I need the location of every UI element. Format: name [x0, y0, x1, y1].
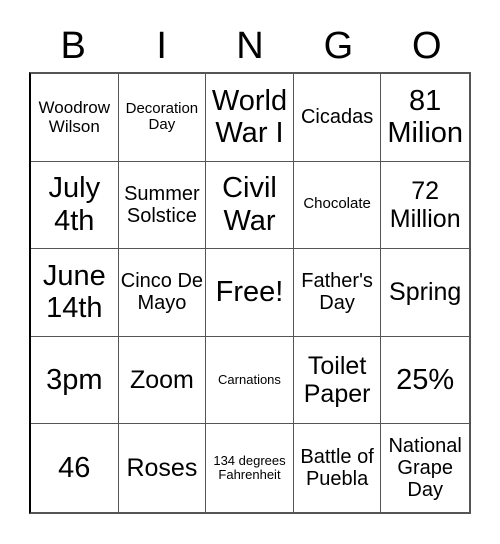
bingo-cell[interactable]: 81 Milion [381, 74, 469, 162]
bingo-cell[interactable]: Zoom [118, 336, 207, 425]
bingo-cell[interactable]: 134 degrees Fahrenheit [206, 424, 294, 512]
bingo-header: B I N G O [29, 20, 471, 72]
free-space-cell[interactable]: Free! [206, 249, 294, 337]
bingo-cell[interactable]: Spring [381, 249, 469, 337]
bingo-cell[interactable]: World War I [206, 74, 294, 162]
bingo-cell[interactable]: Roses [119, 424, 207, 512]
bingo-cell[interactable]: Battle of Puebla [294, 424, 382, 512]
bingo-cell[interactable]: Civil War [206, 161, 294, 250]
header-letter-b: B [60, 25, 86, 67]
bingo-cell[interactable]: Cinco De Mayo [118, 249, 207, 337]
header-letter-n: N [236, 25, 264, 67]
bingo-cell[interactable]: July 4th [31, 161, 119, 250]
header-letter-g: G [323, 25, 354, 67]
bingo-cell[interactable]: June 14th [31, 249, 119, 337]
bingo-cell[interactable]: Toilet Paper [293, 336, 382, 425]
bingo-cell[interactable]: Carnations [206, 336, 294, 425]
bingo-cell[interactable]: 25% [381, 337, 469, 425]
bingo-cell[interactable]: 3pm [31, 336, 119, 425]
bingo-cell[interactable]: Cicadas [293, 74, 382, 162]
bingo-cell[interactable]: 46 [31, 424, 119, 512]
bingo-cell[interactable]: Woodrow Wilson [31, 74, 119, 162]
bingo-grid: Woodrow Wilson Decoration Day World War … [29, 72, 471, 514]
header-letter-i: I [156, 25, 167, 67]
bingo-cell[interactable]: National Grape Day [381, 424, 469, 512]
bingo-cell[interactable]: Father's Day [293, 249, 382, 337]
bingo-cell[interactable]: Decoration Day [118, 74, 207, 162]
bingo-cell[interactable]: Summer Solstice [118, 161, 207, 250]
header-letter-o: O [412, 25, 442, 67]
bingo-cell[interactable]: Chocolate [293, 161, 382, 250]
bingo-cell[interactable]: 72 Million [381, 162, 469, 250]
